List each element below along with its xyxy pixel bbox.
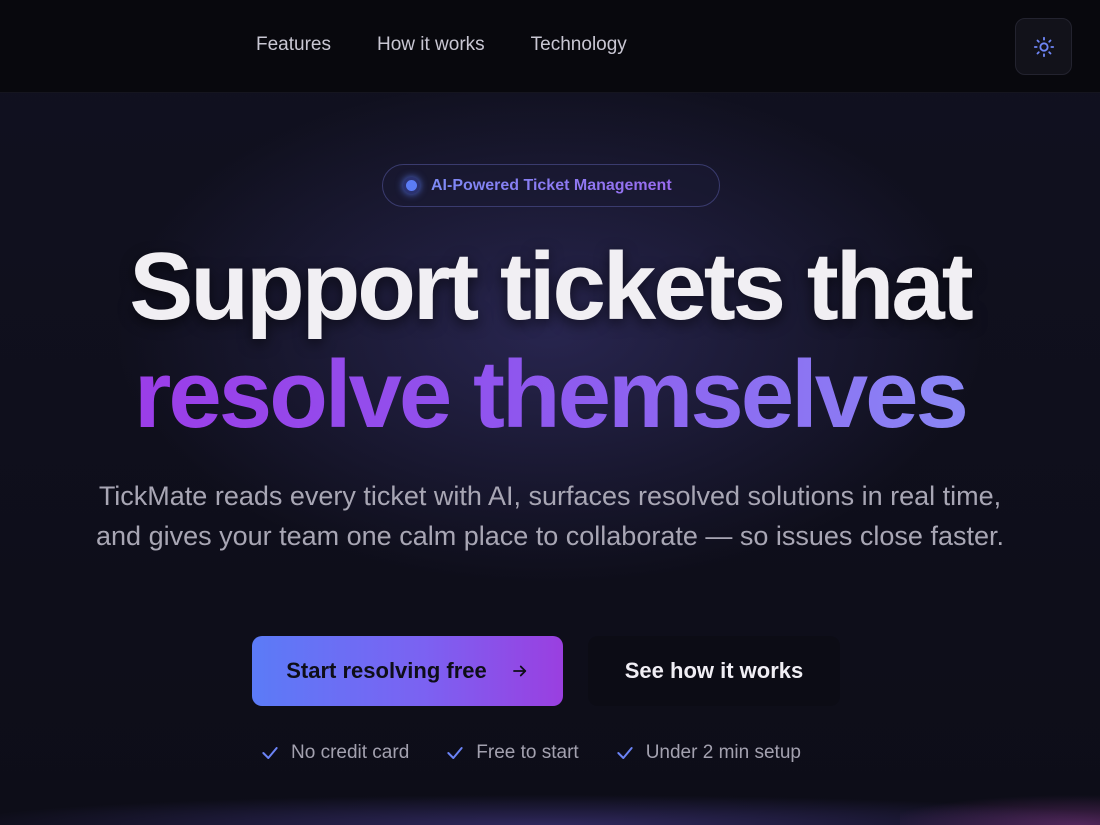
feature-checklist: No credit card Free to start Under 2 min… [260, 742, 801, 764]
headline-line-1: Support tickets that [129, 233, 973, 340]
headline-line-2: resolve themselves [0, 340, 1100, 450]
check-item: No credit card [260, 742, 409, 764]
headline-gradient-text: resolve themselves [134, 341, 969, 448]
check-item: Under 2 min setup [615, 742, 801, 764]
check-icon [262, 747, 278, 759]
check-icon [617, 747, 633, 759]
nav-link-technology[interactable]: Technology [531, 34, 627, 56]
check-label: Free to start [476, 742, 579, 763]
see-how-it-works-button[interactable]: See how it works [588, 636, 840, 706]
sun-icon [1033, 36, 1054, 57]
hero-subtitle: TickMate reads every ticket with AI, sur… [96, 481, 1004, 551]
start-resolving-label: Start resolving free [286, 658, 487, 683]
top-navigation-bar: Features How it works Technology [0, 0, 1100, 93]
theme-toggle-button[interactable] [1015, 18, 1072, 75]
bottom-glow-accent [900, 795, 1100, 825]
hero-badge: AI-Powered Ticket Management [382, 164, 720, 207]
check-icon [447, 747, 463, 759]
check-label: No credit card [291, 742, 410, 763]
check-label: Under 2 min setup [645, 742, 801, 763]
nav-link-features[interactable]: Features [256, 34, 331, 56]
main-nav: Features How it works Technology [256, 34, 627, 56]
arrow-right-icon [511, 662, 529, 680]
badge-dot-icon [403, 177, 420, 194]
badge-label: AI-Powered Ticket Management [431, 176, 672, 194]
start-resolving-button[interactable]: Start resolving free [252, 636, 563, 706]
nav-link-how-it-works[interactable]: How it works [377, 34, 485, 56]
check-item: Free to start [445, 742, 579, 764]
see-how-it-works-label: See how it works [624, 658, 804, 683]
